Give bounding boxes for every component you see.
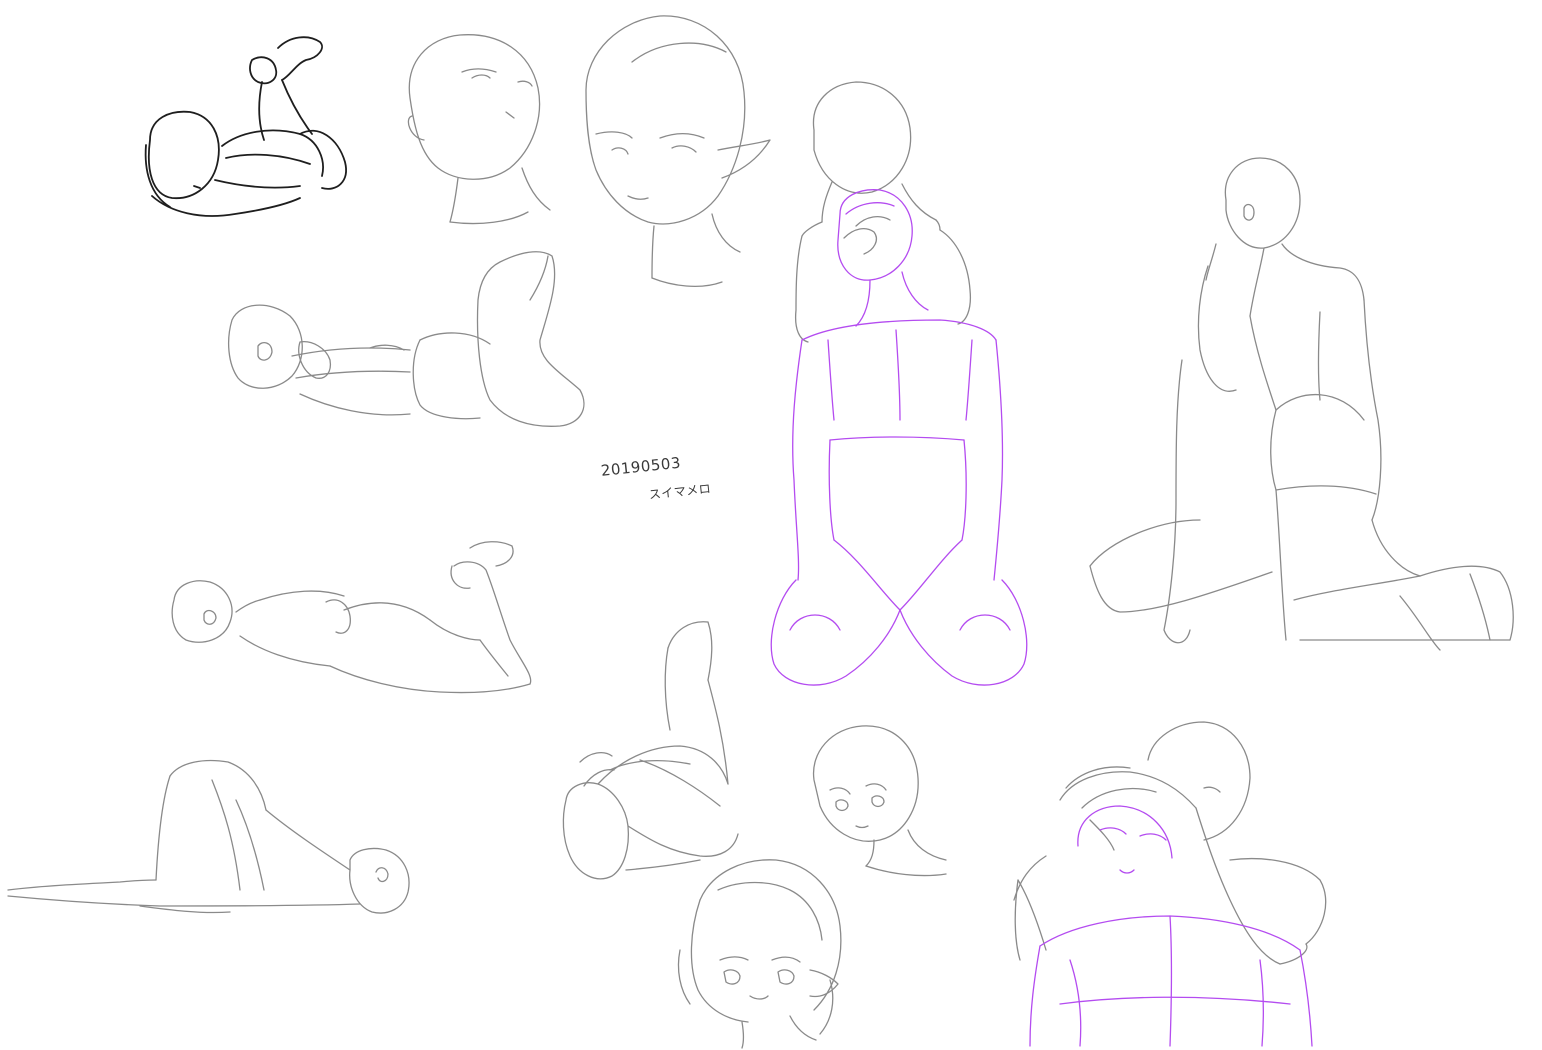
figure-kneeling-pair <box>770 81 1028 686</box>
figure-crawling-low <box>7 759 410 914</box>
figure-embrace-pair <box>1013 721 1327 1047</box>
figure-curly-hair-girl <box>677 859 842 1049</box>
figure-elf-head <box>585 15 771 287</box>
figure-lying-stomach-legs-up <box>171 541 532 694</box>
figure-back-view-kneeling <box>1089 157 1514 651</box>
figure-head-tilted-up <box>227 34 585 427</box>
figure-foreshortened-lying <box>562 621 739 880</box>
figure-lying-back-legs-up <box>144 36 347 217</box>
figure-bald-head-small <box>812 725 947 877</box>
sketch-canvas <box>7 15 1514 1049</box>
